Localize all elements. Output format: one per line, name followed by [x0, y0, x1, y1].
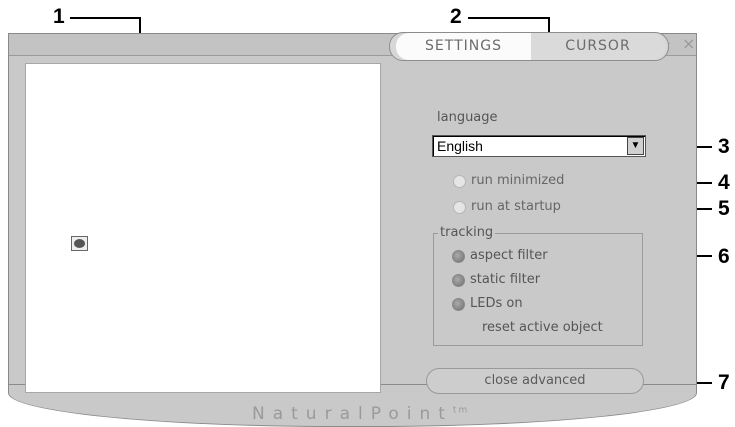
callout-4: 4 — [718, 171, 730, 194]
brand-name: NaturalPoint — [252, 404, 453, 424]
reset-active-object-button[interactable]: reset active object — [482, 320, 603, 335]
aspect-filter-radio[interactable] — [452, 250, 465, 263]
leds-on-label: LEDs on — [470, 296, 523, 311]
tab-bar: SETTINGS CURSOR — [389, 32, 669, 61]
callout-1: 1 — [53, 5, 65, 28]
callout-2-line — [468, 17, 550, 19]
tracking-group: tracking aspect filter static filter LED… — [433, 225, 643, 346]
static-filter-radio[interactable] — [452, 274, 465, 287]
callout-7: 7 — [718, 371, 730, 394]
language-select[interactable]: English ▼ — [432, 135, 646, 157]
close-advanced-button[interactable]: close advanced — [426, 368, 644, 394]
tracking-group-title: tracking — [438, 225, 496, 240]
brand-logo: NaturalPointtm — [252, 404, 469, 424]
tracked-object-marker — [71, 236, 88, 251]
callout-6: 6 — [718, 245, 730, 268]
camera-preview — [25, 63, 381, 393]
language-label: language — [437, 110, 498, 125]
run-minimized-radio[interactable] — [453, 175, 466, 188]
callout-2: 2 — [450, 5, 462, 28]
dropdown-arrow-icon[interactable]: ▼ — [627, 137, 644, 155]
brand-trademark: tm — [452, 405, 470, 416]
run-minimized-label: run minimized — [471, 173, 565, 188]
aspect-filter-label: aspect filter — [470, 248, 548, 263]
callout-3: 3 — [718, 135, 730, 158]
static-filter-label: static filter — [470, 272, 541, 287]
tab-cursor[interactable]: CURSOR — [531, 33, 665, 60]
callout-5: 5 — [718, 197, 730, 220]
tab-settings[interactable]: SETTINGS — [396, 33, 531, 60]
run-at-startup-radio[interactable] — [453, 201, 466, 214]
led-dot-icon — [74, 239, 85, 248]
language-selected-value: English — [437, 138, 483, 154]
callout-1-line — [70, 17, 141, 19]
run-at-startup-label: run at startup — [471, 199, 561, 214]
leds-on-radio[interactable] — [452, 298, 465, 311]
close-window-button[interactable]: × — [682, 34, 695, 53]
